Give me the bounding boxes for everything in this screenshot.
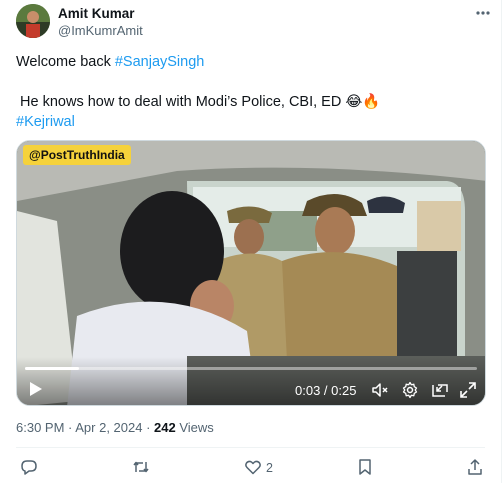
tweet-line-1: Welcome back #SanjaySingh: [16, 52, 486, 72]
bookmark-button[interactable]: [356, 458, 378, 478]
author-avatar[interactable]: [16, 4, 50, 38]
bookmark-icon: [356, 458, 374, 479]
views-count: 242: [154, 420, 176, 435]
video-player[interactable]: @PostTruthIndia 0:03 / 0:25: [16, 140, 486, 406]
settings-gear-icon[interactable]: [401, 381, 419, 399]
volume-mute-icon[interactable]: [371, 381, 389, 399]
tweet-action-bar: 2: [0, 458, 501, 480]
play-icon[interactable]: [29, 381, 43, 397]
reply-button[interactable]: [20, 458, 42, 478]
fullscreen-icon[interactable]: [459, 381, 477, 399]
video-watermark: @PostTruthIndia: [23, 145, 131, 165]
hashtag-kejriwal-link[interactable]: #Kejriwal: [16, 114, 75, 130]
share-button[interactable]: [466, 458, 484, 478]
action-divider: [16, 447, 485, 448]
author-handle[interactable]: @ImKumrAmit: [58, 23, 143, 38]
tweet-timestamp[interactable]: 6:30 PM · Apr 2, 2024 ·: [16, 420, 154, 435]
video-progress-fill: [25, 367, 80, 370]
video-progress-bar[interactable]: [25, 367, 477, 370]
retweet-button[interactable]: [132, 458, 154, 478]
like-count: 2: [266, 461, 273, 475]
tweet-line-3: #Kejriwal: [16, 112, 486, 132]
video-time: 0:03 / 0:25: [295, 383, 357, 398]
picture-in-picture-icon[interactable]: [431, 381, 449, 399]
hashtag-sanjaysingh-link[interactable]: #SanjaySingh: [115, 54, 205, 70]
reply-icon: [20, 458, 38, 479]
views-label: Views: [175, 420, 214, 435]
tweet-card[interactable]: Amit Kumar @ImKumrAmit Welcome back #San…: [0, 0, 502, 483]
tweet-line-1-text: Welcome back: [16, 54, 115, 70]
like-button[interactable]: 2: [244, 458, 273, 478]
share-icon: [466, 458, 484, 479]
tweet-meta: 6:30 PM · Apr 2, 2024 · 242 Views: [16, 420, 214, 435]
video-controls: 0:03 / 0:25: [17, 357, 485, 405]
tweet-text: Welcome back #SanjaySingh He knows how t…: [16, 52, 486, 132]
heart-icon: [244, 458, 262, 479]
retweet-icon: [132, 458, 150, 479]
tweet-line-2: He knows how to deal with Modi’s Police,…: [16, 94, 381, 110]
author-name[interactable]: Amit Kumar: [58, 6, 135, 21]
tweet-blank-line: [16, 72, 486, 92]
more-options-icon[interactable]: [472, 4, 494, 22]
